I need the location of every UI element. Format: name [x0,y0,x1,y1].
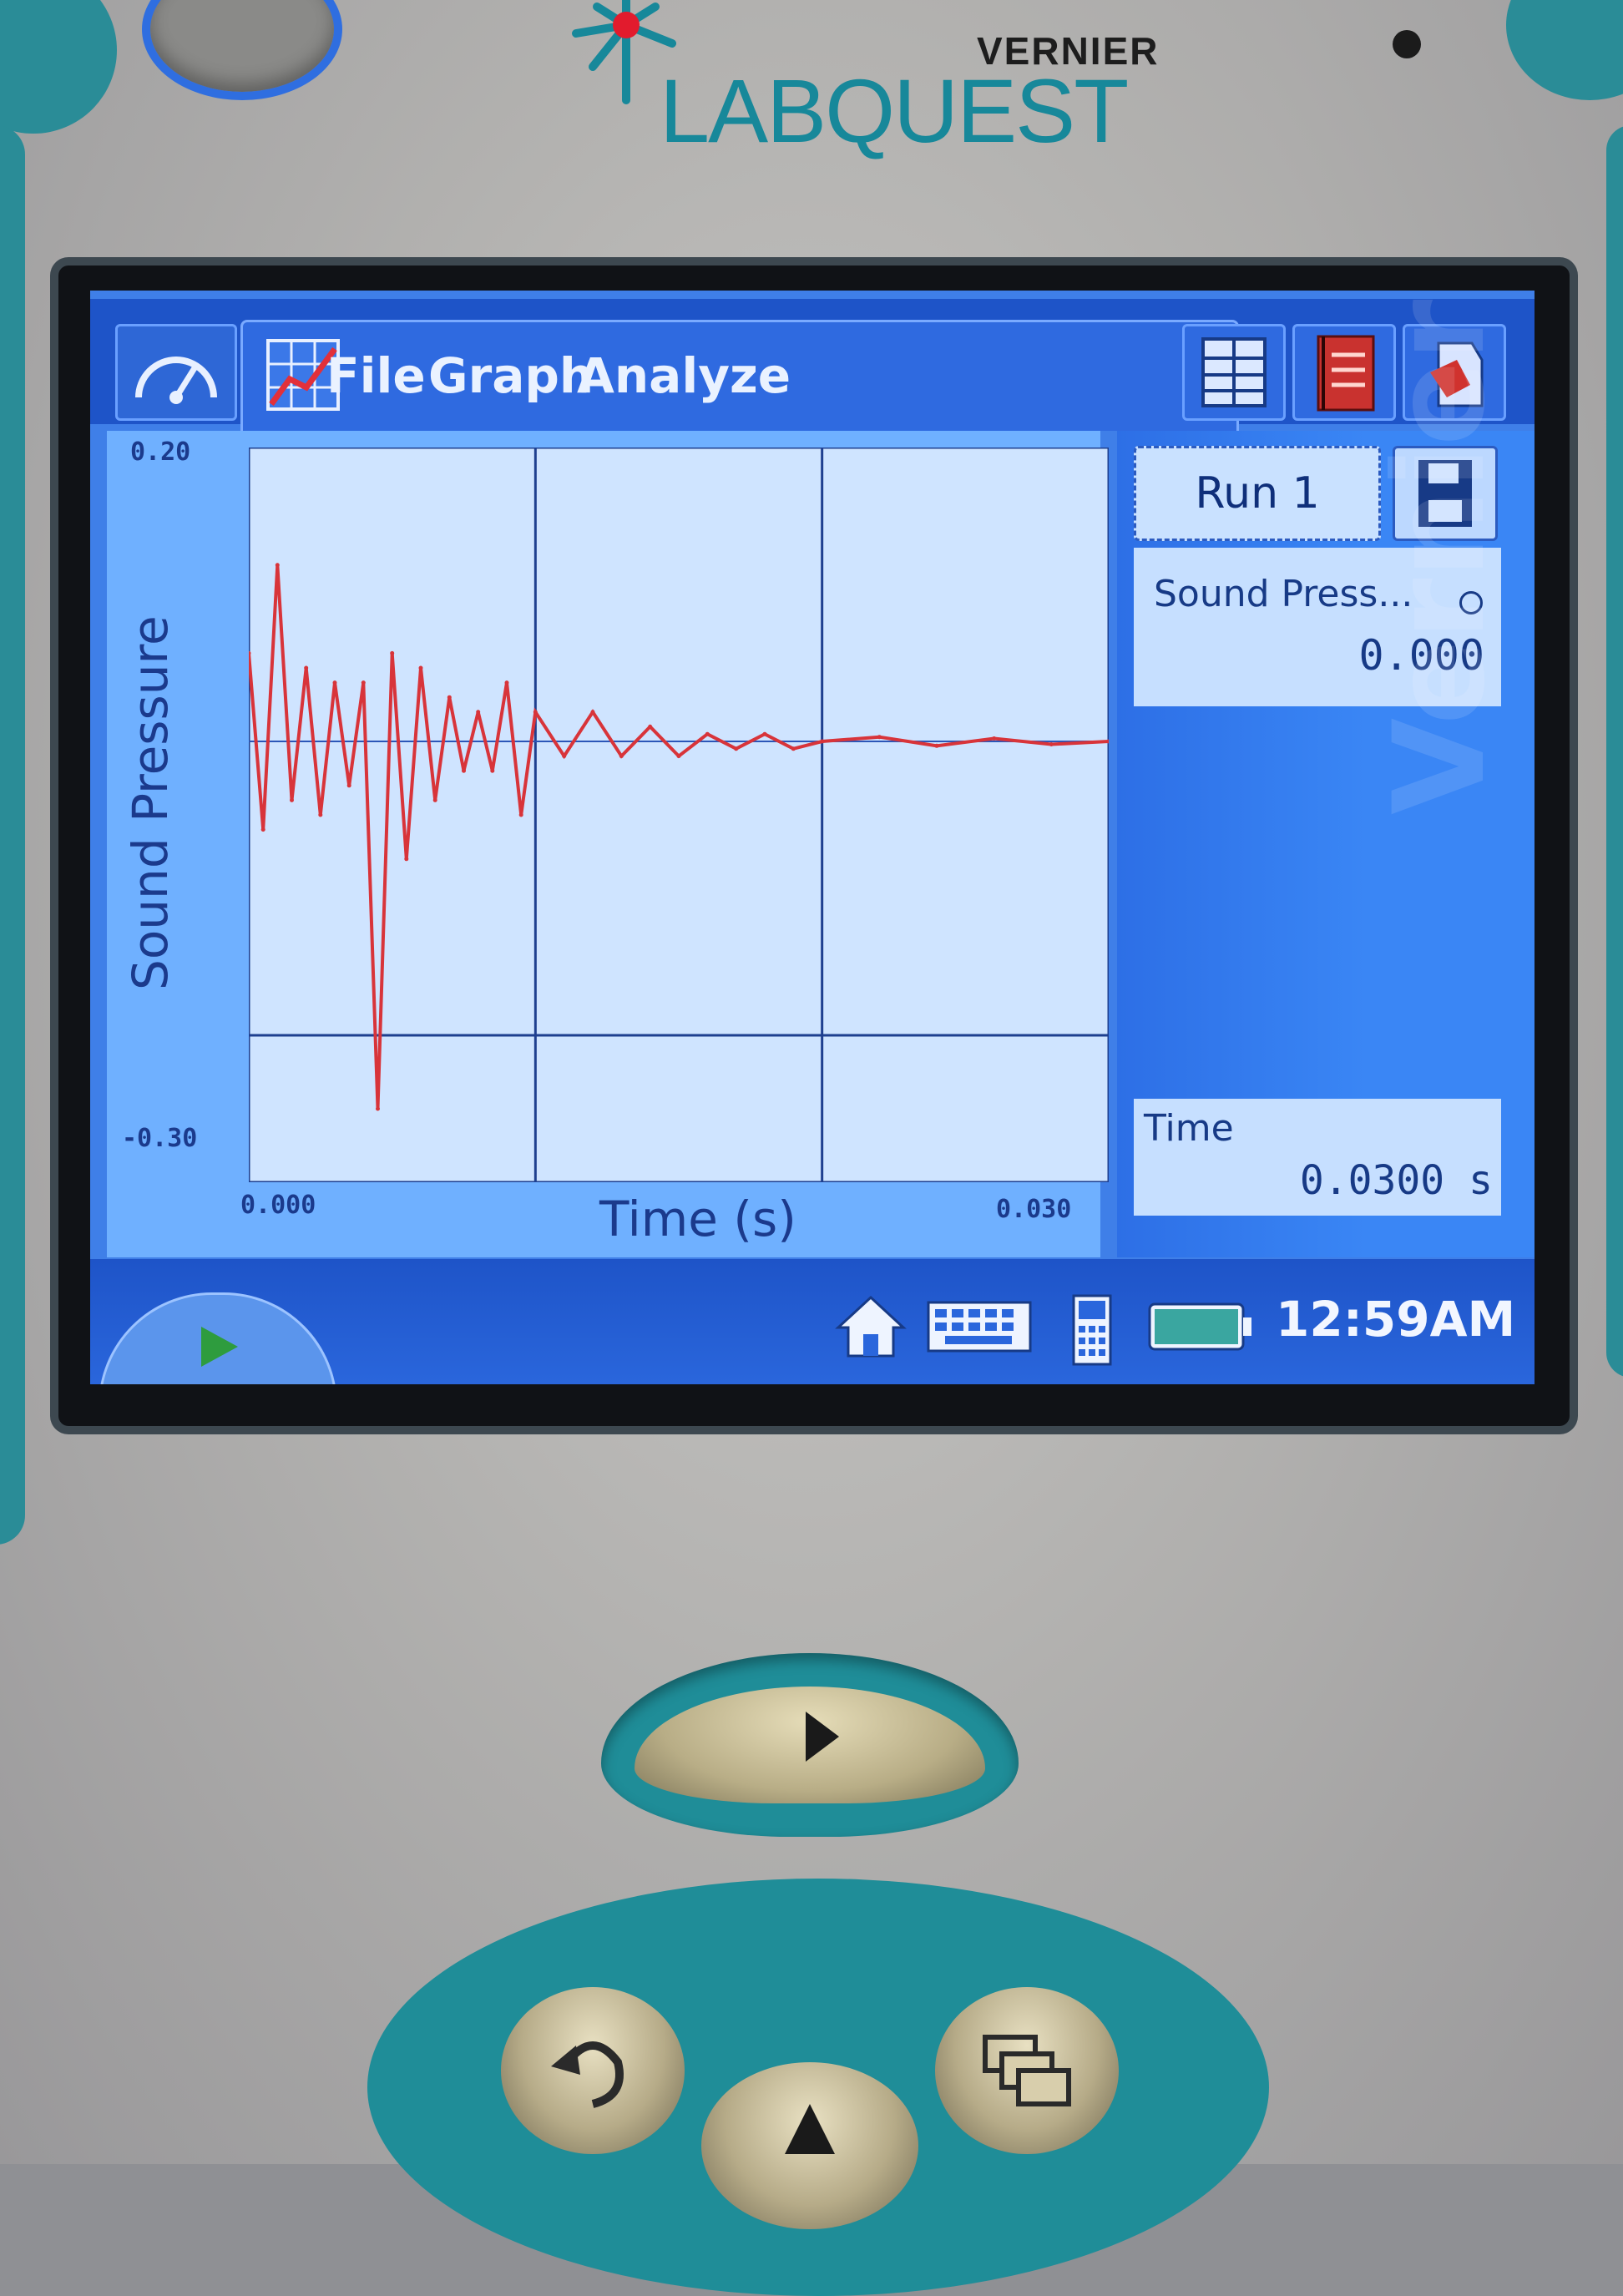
data-point [490,768,495,773]
arrow-up-icon [785,2104,835,2154]
data-point [462,768,466,773]
graph-panel: 0.20 -0.30 Sound Pressure 0.000 0.030 Ti… [107,431,1109,1257]
menu-graph[interactable]: Graph [428,347,594,404]
data-point [590,710,595,715]
device-trim [1506,0,1623,100]
back-button[interactable] [501,1987,685,2154]
tab-meter[interactable] [115,324,237,421]
data-point [275,563,280,568]
data-point [734,746,739,751]
arrow-right-icon [806,1712,839,1762]
home-icon[interactable] [833,1292,908,1359]
device-trim [0,125,25,1545]
x-tick-label: 0.030 [996,1195,1072,1224]
menu-bar: File Graph Analyze [90,299,1535,431]
menu-file[interactable]: File [326,347,426,404]
y-tick-label: -0.30 [122,1124,198,1153]
y-tick-label: 0.20 [130,437,191,467]
run-select-button[interactable]: Run 1 [1134,446,1381,541]
x-tick-label: 0.000 [240,1191,316,1220]
data-point [791,746,796,751]
data-point [992,736,997,741]
data-point [332,680,337,685]
data-point [376,1106,380,1111]
table-icon [1201,337,1267,407]
labquest-device: VERNIER LABQUEST File Graph Analyze 0.20… [0,0,1623,2296]
side-panel: Run 1 Sound Press... 0.000 Vernier Time … [1117,299,1535,1257]
hardware-arrow-button[interactable] [601,1653,1019,1837]
collect-button[interactable] [99,1292,337,1384]
up-button[interactable] [701,2062,918,2229]
power-button[interactable] [142,0,342,100]
keyboard-icon[interactable] [925,1292,1034,1359]
data-point [447,695,452,700]
status-bar: 12:59AM [90,1259,1535,1384]
time-value: 0.0300 s [1299,1157,1493,1204]
time-label: Time [1144,1107,1234,1150]
data-point [260,827,265,832]
data-point [762,731,767,736]
tab-graph[interactable]: File Graph Analyze [240,320,1239,431]
y-axis-label-text: Sound Pressure [122,615,179,990]
data-point [432,797,437,802]
plot-area[interactable] [249,448,1109,1182]
data-point [877,735,882,740]
clock-time: 12:59AM [1276,1291,1516,1348]
play-icon [201,1327,238,1367]
windows-icon [983,2035,1071,2106]
data-point [418,665,423,670]
data-point [518,812,523,817]
tab-table[interactable] [1182,324,1286,421]
data-point [705,731,710,736]
data-point [346,783,351,788]
data-point [533,710,538,715]
data-point [304,665,309,670]
data-point [1049,742,1054,746]
data-point [934,743,939,748]
window-switch-button[interactable] [935,1987,1119,2154]
sound-pressure-plot [249,448,1109,1182]
brand-name-large: LABQUEST [660,60,1129,161]
data-point [648,724,653,729]
data-point [676,754,681,759]
data-point [476,710,481,715]
x-axis-label: Time (s) [599,1191,796,1247]
sound-pressure-series-line [249,564,1109,1110]
vernier-watermark: Vernier [1368,299,1513,815]
undo-arrow-icon [551,2041,624,2108]
data-point [290,797,294,802]
data-point [404,857,409,862]
data-point [820,739,825,744]
meter-icon [135,357,217,404]
labquest-screen: File Graph Analyze 0.20 -0.30 Sound Pres… [90,291,1535,1384]
hardware-arrow-button-face [635,1687,985,1803]
y-axis-label: Sound Pressure [122,615,189,990]
data-point [361,680,366,685]
data-point [504,680,509,685]
device-trim [0,0,117,134]
data-point [619,754,624,759]
device-icon[interactable] [1067,1292,1117,1368]
data-point [562,754,567,759]
menu-analyze[interactable]: Analyze [577,347,791,404]
device-trim [1606,125,1623,1378]
battery-icon [1148,1302,1251,1351]
data-point [390,650,395,655]
data-point [318,812,323,817]
time-readout: Time 0.0300 s [1134,1099,1501,1216]
microphone-hole [1393,30,1421,58]
